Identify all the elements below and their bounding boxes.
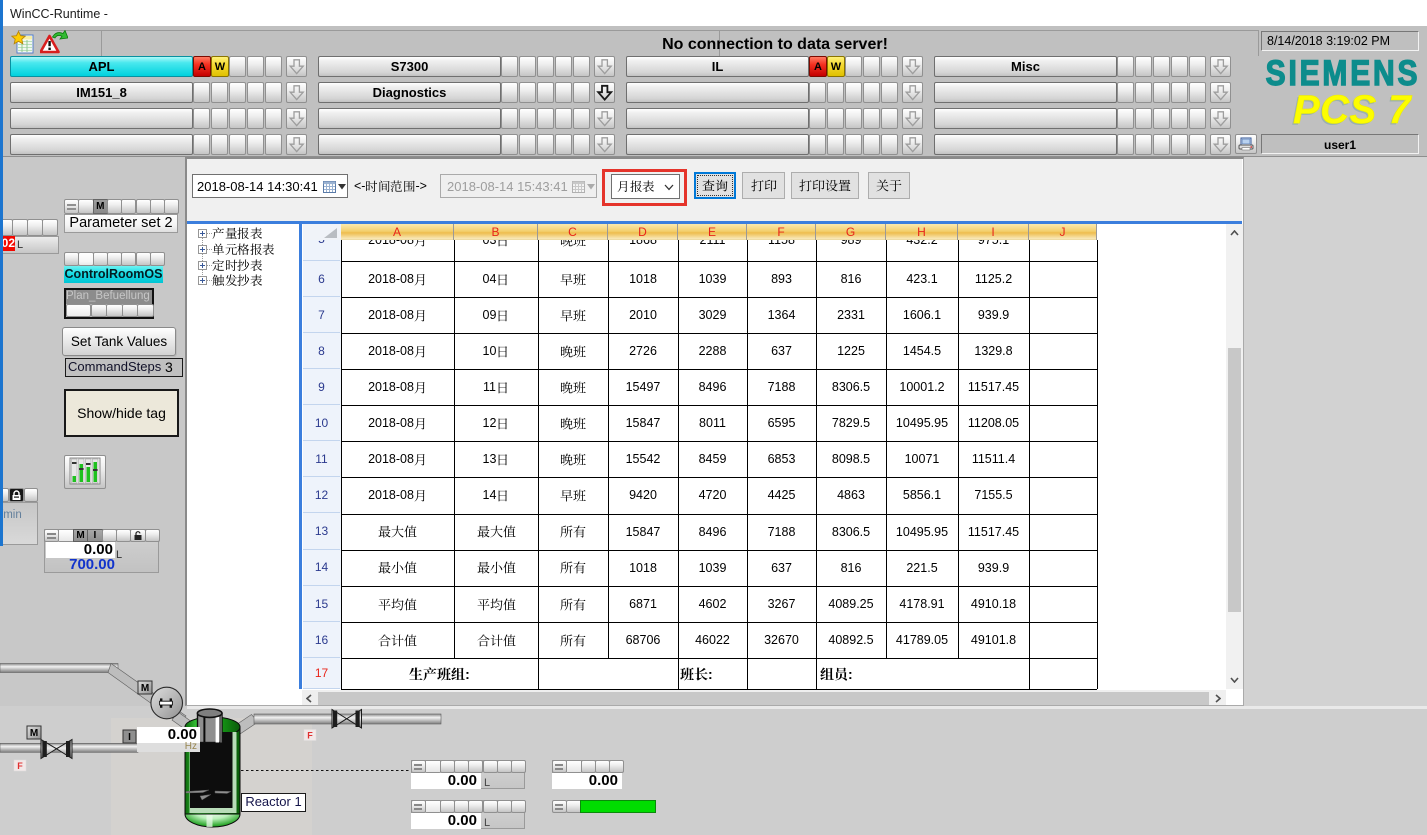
svg-text:I: I (128, 732, 131, 743)
svg-text:F: F (17, 761, 23, 771)
svg-text:M: M (141, 683, 149, 694)
svg-text:F: F (307, 731, 313, 741)
svg-text:M: M (30, 728, 38, 739)
